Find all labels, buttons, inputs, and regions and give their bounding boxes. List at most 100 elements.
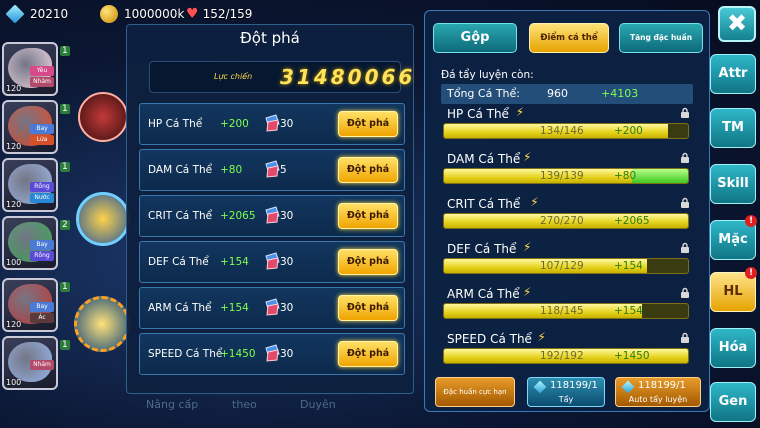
tab-follow[interactable]: theo — [232, 398, 257, 411]
breakthrough-button[interactable]: Đột phá — [338, 111, 398, 137]
lock-icon[interactable] — [679, 242, 691, 254]
hero-level: 120 — [6, 142, 22, 151]
breakthrough-button[interactable]: Đột phá — [338, 295, 398, 321]
breakthrough-stone-icon — [265, 252, 280, 270]
tab-individual-points[interactable]: Điểm cá thể — [529, 23, 609, 53]
nav-skill[interactable]: Skill — [710, 164, 756, 204]
breakthrough-cost: 30 — [280, 118, 294, 130]
breakthrough-stone-icon — [265, 160, 280, 178]
total-stat-value: 960 — [547, 87, 568, 100]
panel-title: Đột phá — [240, 29, 300, 47]
lock-icon[interactable] — [679, 152, 691, 164]
hero-level: 120 — [6, 200, 22, 209]
stamina-icon: ♥ — [186, 6, 199, 22]
breakthrough-cost: 30 — [280, 210, 294, 222]
stat-progress-bar: 118/145 +154 — [443, 303, 689, 319]
breakthrough-button[interactable]: Đột phá — [338, 341, 398, 367]
reroll-button[interactable]: 118199/1 Tẩy — [527, 377, 605, 407]
gold-counter: 1000000k — [100, 4, 184, 24]
combat-power-box: Lực chiến 31480066 — [149, 61, 412, 93]
upgrade-gear-icon[interactable] — [74, 296, 130, 352]
hero-card[interactable]: Nhảm 100 — [2, 336, 58, 390]
breakthrough-row: HP Cá Thể +200 30 Đột phá — [139, 103, 405, 145]
hero-card[interactable]: Rồng Nước 120 — [2, 158, 58, 212]
breakthrough-stat-bonus: +154 — [220, 302, 249, 314]
gold-amount: 1000000k — [124, 7, 185, 21]
hero-level: 120 — [6, 320, 22, 329]
breakthrough-row: ARM Cá Thể +154 30 Đột phá — [139, 287, 405, 329]
stat-progress-bar: 270/270 +2065 — [443, 213, 689, 229]
reroll-label: Tẩy — [558, 395, 574, 404]
lock-bubble-icon[interactable] — [76, 192, 130, 246]
hero-element-tag: Lửa — [30, 135, 54, 145]
stat-value: 134/146 — [540, 125, 584, 137]
auto-reroll-count: 118199/1 — [638, 380, 686, 391]
breakthrough-cost: 30 — [280, 348, 294, 360]
auto-reroll-button[interactable]: 118199/1 Auto tẩy luyện — [615, 377, 701, 407]
breakthrough-cost: 30 — [280, 256, 294, 268]
hero-element-tag: Bay — [30, 302, 54, 312]
stat-value: 107/129 — [540, 260, 584, 272]
lock-icon[interactable] — [679, 107, 691, 119]
hero-card[interactable]: Bay Ác 120 — [2, 278, 58, 332]
nav-tm[interactable]: TM — [710, 108, 756, 148]
breakthrough-stat-name: CRIT Cá Thể — [148, 210, 213, 222]
stat-bonus: +154 — [614, 260, 643, 272]
hero-element-tag: Nhảm — [30, 360, 54, 370]
hero-card[interactable]: Yêu Nhảm 120 — [2, 42, 58, 96]
hero-rank-badge: 1 — [60, 46, 70, 56]
nav-gen[interactable]: Gen — [710, 382, 756, 422]
tab-merge[interactable]: Gộp — [433, 23, 517, 53]
hero-level: 120 — [6, 84, 22, 93]
tab-upgrade[interactable]: Nâng cấp — [146, 398, 198, 411]
coin-icon — [100, 5, 118, 23]
breakthrough-stat-bonus: +1450 — [220, 348, 256, 360]
hero-rank-badge: 1 — [60, 104, 70, 114]
breakthrough-panel: Đột phá Lực chiến 31480066 HP Cá Thể +200… — [126, 24, 414, 394]
stat-bonus: +154 — [614, 305, 643, 317]
stat-row: DEF Cá Thể ⚡ 107/129 +154 — [439, 240, 695, 284]
extreme-training-button[interactable]: Đặc huấn cực hạn — [435, 377, 515, 407]
breakthrough-button[interactable]: Đột phá — [338, 249, 398, 275]
lock-icon[interactable] — [679, 197, 691, 209]
stat-progress-fill — [444, 169, 632, 183]
lightning-icon: ⚡ — [523, 240, 532, 254]
lock-icon[interactable] — [679, 332, 691, 344]
hero-portrait-bubble[interactable] — [78, 92, 128, 142]
nav-hóa[interactable]: Hóa — [710, 328, 756, 368]
gem-amount: 20210 — [30, 7, 69, 21]
hero-element-tag: Bay — [30, 124, 54, 134]
stat-value: 192/192 — [540, 350, 584, 362]
lightning-icon: ⚡ — [523, 150, 532, 164]
hero-card[interactable]: Bay Rồng 100 — [2, 216, 58, 270]
combat-power-label: Lực chiến — [214, 72, 253, 81]
stamina-counter: ♥ 152/159 — [186, 4, 252, 24]
breakthrough-stat-bonus: +154 — [220, 256, 249, 268]
hero-rank-badge: 1 — [60, 340, 70, 350]
tab-destiny[interactable]: Duyên — [300, 398, 336, 411]
total-stat-box: Tổng Cá Thể: 960 +4103 — [441, 84, 693, 104]
stat-bonus: +1450 — [614, 350, 650, 362]
lock-icon[interactable] — [679, 287, 691, 299]
hero-rank-badge: 1 — [60, 162, 70, 172]
nav-attr[interactable]: Attr — [710, 54, 756, 94]
nav-label: HL — [723, 284, 743, 299]
stat-row: HP Cá Thể ⚡ 134/146 +200 — [439, 105, 695, 149]
gem-icon — [5, 4, 25, 24]
tab-special-training[interactable]: Tăng đặc huấn — [619, 23, 703, 53]
nav-mặc[interactable]: Mặc! — [710, 215, 757, 260]
hero-level: 100 — [6, 258, 22, 267]
stat-progress-bar: 107/129 +154 — [443, 258, 689, 274]
close-button[interactable]: ✖ — [718, 6, 756, 42]
total-stat-bonus: +4103 — [601, 87, 639, 100]
hero-card[interactable]: Bay Lửa 120 — [2, 100, 58, 154]
total-stat-label: Tổng Cá Thể: — [447, 87, 520, 100]
hero-element-tag: Rồng — [30, 182, 54, 192]
hero-list: Yêu Nhảm 120 1 Bay Lửa 120 1 Rồng Nước 120 1 Bay Rồng… — [2, 42, 70, 428]
reroll-count: 118199/1 — [550, 380, 598, 391]
breakthrough-button[interactable]: Đột phá — [338, 203, 398, 229]
breakthrough-cost: 5 — [280, 164, 287, 176]
nav-hl[interactable]: HL! — [710, 267, 757, 312]
breakthrough-button[interactable]: Đột phá — [338, 157, 398, 183]
lightning-icon: ⚡ — [537, 330, 546, 344]
